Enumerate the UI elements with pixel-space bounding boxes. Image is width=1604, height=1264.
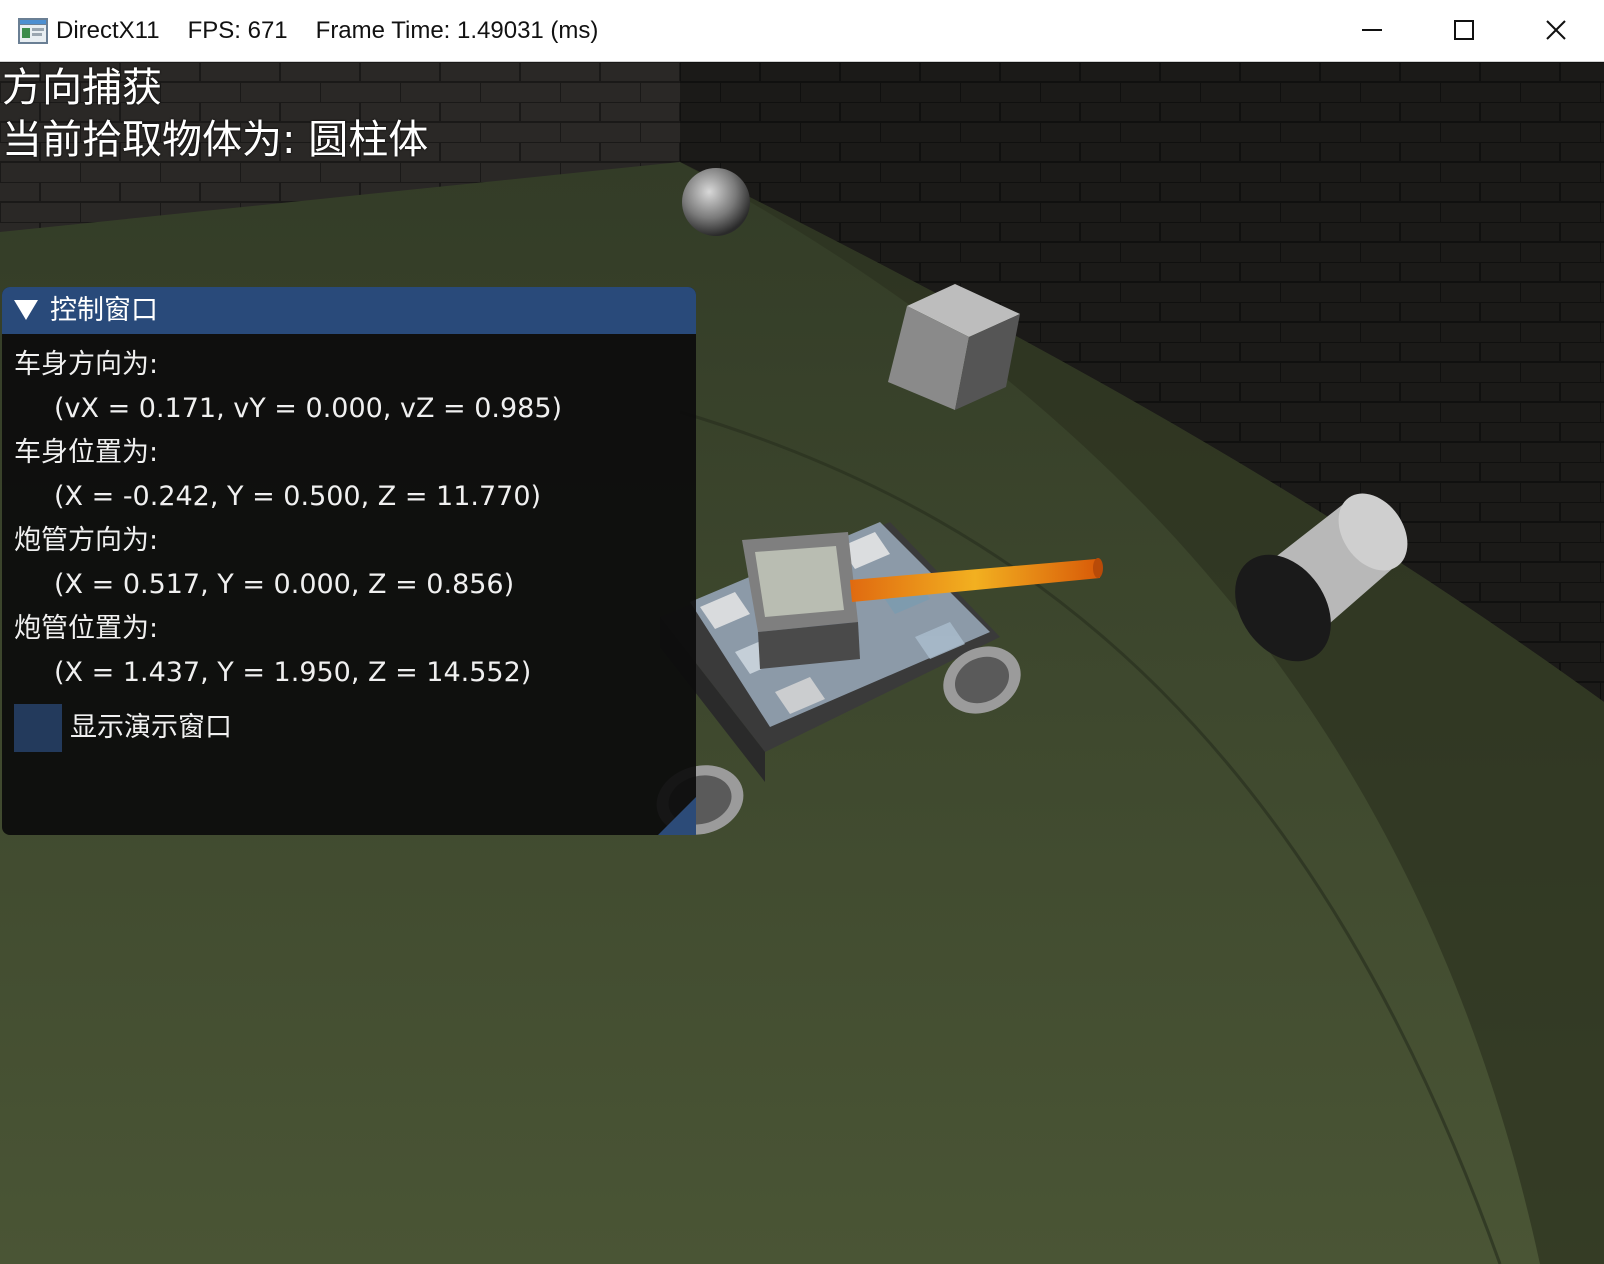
barrel-direction-value: (X = 0.517, Y = 0.000, Z = 0.856)	[54, 569, 515, 600]
show-demo-window-checkbox[interactable]	[14, 704, 62, 752]
maximize-button[interactable]	[1418, 0, 1510, 60]
picked-object-text: 当前拾取物体为: 圆柱体	[2, 117, 429, 163]
collapse-arrow-icon[interactable]	[14, 300, 38, 320]
title-text: DirectX11 FPS: 671 Frame Time: 1.49031 (ms…	[56, 13, 626, 49]
body-direction-label: 车身方向为:	[14, 349, 159, 380]
barrel-position-label: 炮管位置为:	[14, 613, 159, 644]
minimize-button[interactable]	[1326, 0, 1418, 60]
3d-viewport[interactable]: 方向捕获 当前拾取物体为: 圆柱体 控制窗口 车身方向为: (vX = 0.17…	[0, 62, 1604, 1264]
window-title: DirectX11	[56, 17, 160, 44]
close-button[interactable]	[1510, 0, 1602, 60]
show-demo-window-label[interactable]: 显示演示窗口	[70, 710, 232, 746]
control-window[interactable]: 控制窗口 车身方向为: (vX = 0.171, vY = 0.000, vZ …	[2, 287, 696, 835]
barrel-direction-label: 炮管方向为:	[14, 525, 159, 556]
title-bar[interactable]: DirectX11 FPS: 671 Frame Time: 1.49031 (ms…	[0, 0, 1604, 62]
body-direction-value: (vX = 0.171, vY = 0.000, vZ = 0.985)	[54, 393, 563, 424]
control-window-header[interactable]: 控制窗口	[2, 287, 696, 334]
maximize-icon	[1454, 20, 1474, 40]
capture-mode-text: 方向捕获	[2, 65, 162, 111]
frame-time-readout: Frame Time: 1.49031 (ms)	[315, 17, 599, 44]
fps-readout: FPS: 671	[187, 17, 288, 44]
body-position-value: (X = -0.242, Y = 0.500, Z = 11.770)	[54, 481, 542, 512]
barrel-position-value: (X = 1.437, Y = 1.950, Z = 14.552)	[54, 657, 532, 688]
close-icon	[1546, 20, 1566, 40]
control-window-title: 控制窗口	[50, 295, 158, 326]
app-window: DirectX11 FPS: 671 Frame Time: 1.49031 (ms…	[0, 0, 1604, 1264]
minimize-icon	[1362, 29, 1382, 31]
app-icon	[18, 18, 48, 44]
resize-grip[interactable]	[658, 797, 696, 835]
body-position-label: 车身位置为:	[14, 437, 159, 468]
